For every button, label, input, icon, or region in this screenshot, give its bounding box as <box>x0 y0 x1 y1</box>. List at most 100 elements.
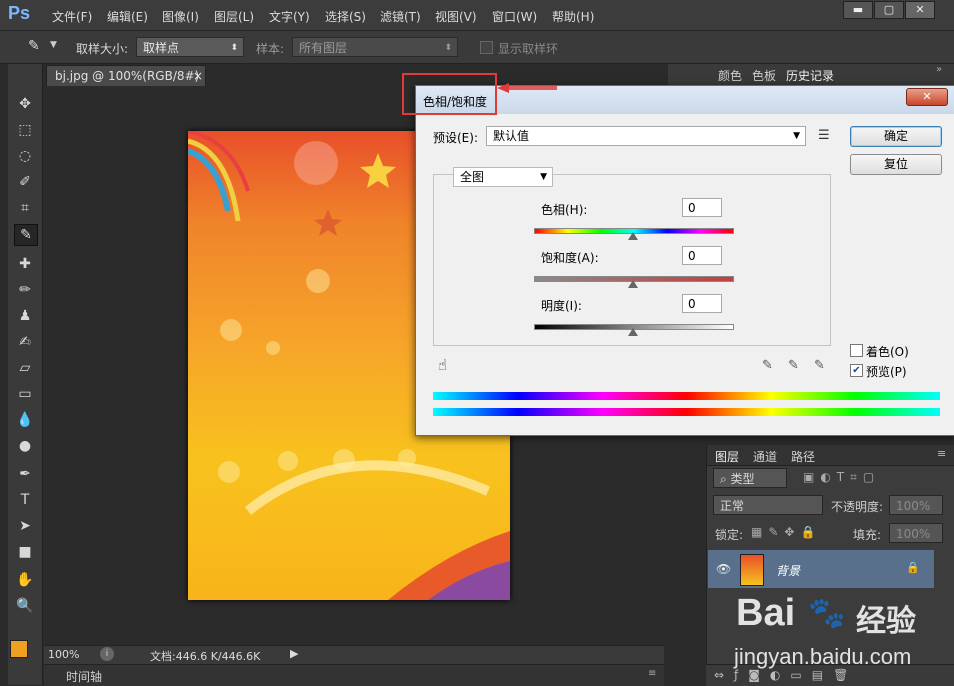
sample-label: 样本: <box>256 42 285 56</box>
options-bar: ✎ ▼ 取样大小: 取样点 ⬍ 样本: 所有图层 ⬍ 显示取样环 <box>0 31 954 64</box>
tab-color[interactable]: 颜色 <box>718 67 742 83</box>
colorize-checkbox[interactable] <box>850 344 863 357</box>
stamp-icon[interactable]: ♟ <box>14 306 36 326</box>
chevron-down-icon[interactable]: ▼ <box>50 40 57 50</box>
show-ring-checkbox[interactable] <box>480 41 493 54</box>
maximize-button[interactable]: ▢ <box>874 1 904 19</box>
minimize-button[interactable]: ▬ <box>843 1 873 19</box>
watermark-url: jingyan.baidu.com <box>734 644 912 669</box>
foreground-color-swatch[interactable] <box>10 640 28 658</box>
blur-icon[interactable]: 💧 <box>14 410 36 430</box>
menu-window[interactable]: 窗口(W) <box>492 8 537 25</box>
bokeh <box>266 341 280 355</box>
menu-select[interactable]: 选择(S) <box>325 8 366 25</box>
on-image-adjust-hand-icon[interactable]: ☝ <box>438 356 447 374</box>
bokeh <box>220 319 242 341</box>
lasso-icon[interactable]: ◌ <box>14 146 36 166</box>
preset-options-icon[interactable]: ☰ <box>818 128 830 143</box>
saturation-label: 饱和度(A): <box>541 251 599 265</box>
healing-brush-icon[interactable]: ✚ <box>14 254 36 274</box>
tab-swatches[interactable]: 色板 <box>752 67 776 83</box>
history-brush-icon[interactable]: ✍ <box>14 332 36 352</box>
type-icon[interactable]: T <box>14 490 36 510</box>
preview-checkbox[interactable]: ✔ <box>850 364 863 377</box>
menu-image[interactable]: 图像(I) <box>162 8 199 25</box>
marquee-icon[interactable]: ⬚ <box>14 120 36 140</box>
timeline-panel-bar: 时间轴 ≡ <box>44 664 664 686</box>
saturation-slider-thumb[interactable] <box>628 280 638 288</box>
path-select-icon[interactable]: ➤ <box>14 516 36 536</box>
eyedropper-plus-icon[interactable]: ✎ <box>788 358 799 373</box>
status-menu-arrow-icon[interactable]: ▶ <box>290 647 298 660</box>
close-window-button[interactable]: ✕ <box>905 1 935 19</box>
gradient-icon[interactable]: ▭ <box>14 384 36 404</box>
layer-name[interactable]: 背景 <box>776 562 800 579</box>
watermark-brand: Bai <box>736 592 796 634</box>
reset-button[interactable]: 复位 <box>850 154 942 175</box>
menu-type[interactable]: 文字(Y) <box>269 8 310 25</box>
eraser-icon[interactable]: ▱ <box>14 358 36 378</box>
zoom-icon[interactable]: 🔍 <box>14 596 36 616</box>
hue-slider-thumb[interactable] <box>628 232 638 240</box>
document-tab[interactable]: bj.jpg @ 100%(RGB/8#) × <box>46 65 206 86</box>
eyedropper-tool-icon[interactable]: ✎ <box>14 224 38 246</box>
eyedropper-icon[interactable]: ✎ <box>28 38 40 54</box>
move-icon[interactable]: ✥ <box>14 94 36 114</box>
info-icon[interactable]: i <box>100 647 114 661</box>
tab-channels[interactable]: 通道 <box>753 448 777 464</box>
fill-field[interactable]: 100% <box>889 523 943 543</box>
close-tab-icon[interactable]: × <box>193 69 203 83</box>
hue-input[interactable]: 0 <box>682 198 722 217</box>
eyedropper-minus-icon[interactable]: ✎ <box>814 358 825 373</box>
menu-help[interactable]: 帮助(H) <box>552 8 594 25</box>
panel-menu-icon[interactable]: ≡ <box>648 668 656 679</box>
brush-icon[interactable]: ✏ <box>14 280 36 300</box>
crop-icon[interactable]: ⌗ <box>14 198 36 218</box>
lightness-slider-thumb[interactable] <box>628 328 638 336</box>
lightness-label: 明度(I): <box>541 299 582 313</box>
preset-select[interactable]: 默认值 ▼ <box>486 126 806 146</box>
visibility-eye-icon[interactable]: 👁 <box>716 562 731 576</box>
opacity-label: 不透明度: <box>831 500 884 514</box>
layer-filter-icons[interactable]: ▣◐T⌗▢ <box>803 470 880 485</box>
menu-edit[interactable]: 编辑(E) <box>107 8 148 25</box>
blend-mode-select[interactable]: 正常 <box>713 495 823 515</box>
sample-select[interactable]: 所有图层 ⬍ <box>292 37 458 57</box>
layer-filter-select[interactable]: ⌕ 类型 <box>713 468 787 488</box>
eyedropper-icon[interactable]: ✎ <box>762 358 773 373</box>
right-top-panel: 颜色 色板 历史记录 » <box>668 64 954 87</box>
search-icon: ⌕ <box>720 472 731 486</box>
tab-paths[interactable]: 路径 <box>791 448 815 464</box>
opacity-field[interactable]: 100% <box>889 495 943 515</box>
tab-history[interactable]: 历史记录 <box>786 67 834 83</box>
hue-label: 色相(H): <box>541 203 588 217</box>
channel-select[interactable]: 全图 ▼ <box>453 167 553 187</box>
menu-layer[interactable]: 图层(L) <box>214 8 254 25</box>
menu-filter[interactable]: 滤镜(T) <box>380 8 421 25</box>
lightness-input[interactable]: 0 <box>682 294 722 313</box>
sample-size-select[interactable]: 取样点 ⬍ <box>136 37 244 57</box>
quick-select-icon[interactable]: ✐ <box>14 172 36 192</box>
menu-file[interactable]: 文件(F) <box>52 8 92 25</box>
bokeh <box>333 449 355 471</box>
panel-collapse-icon[interactable]: » <box>936 64 942 75</box>
blend-mode-value: 正常 <box>720 499 745 513</box>
layer-row-background[interactable]: 👁 背景 🔒 <box>708 550 934 588</box>
dodge-icon[interactable]: ● <box>14 436 36 456</box>
panel-menu-icon[interactable]: ≡ <box>937 447 946 460</box>
timeline-label[interactable]: 时间轴 <box>66 668 102 685</box>
zoom-level[interactable]: 100% <box>48 648 79 661</box>
dialog-close-button[interactable]: ✕ <box>906 88 948 106</box>
tab-layers[interactable]: 图层 <box>715 448 739 464</box>
pen-icon[interactable]: ✒ <box>14 464 36 484</box>
bokeh <box>306 269 330 293</box>
menu-view[interactable]: 视图(V) <box>435 8 477 25</box>
hand-icon[interactable]: ✋ <box>14 570 36 590</box>
lock-icons[interactable]: ▦✎✥🔒 <box>751 525 821 539</box>
ok-button[interactable]: 确定 <box>850 126 942 147</box>
layers-tab-strip: 图层 通道 路径 ≡ <box>707 445 954 466</box>
saturation-input[interactable]: 0 <box>682 246 722 265</box>
shape-icon[interactable]: ■ <box>14 542 36 562</box>
channel-value: 全图 <box>460 170 485 184</box>
chevron-down-icon: ▼ <box>540 172 547 182</box>
